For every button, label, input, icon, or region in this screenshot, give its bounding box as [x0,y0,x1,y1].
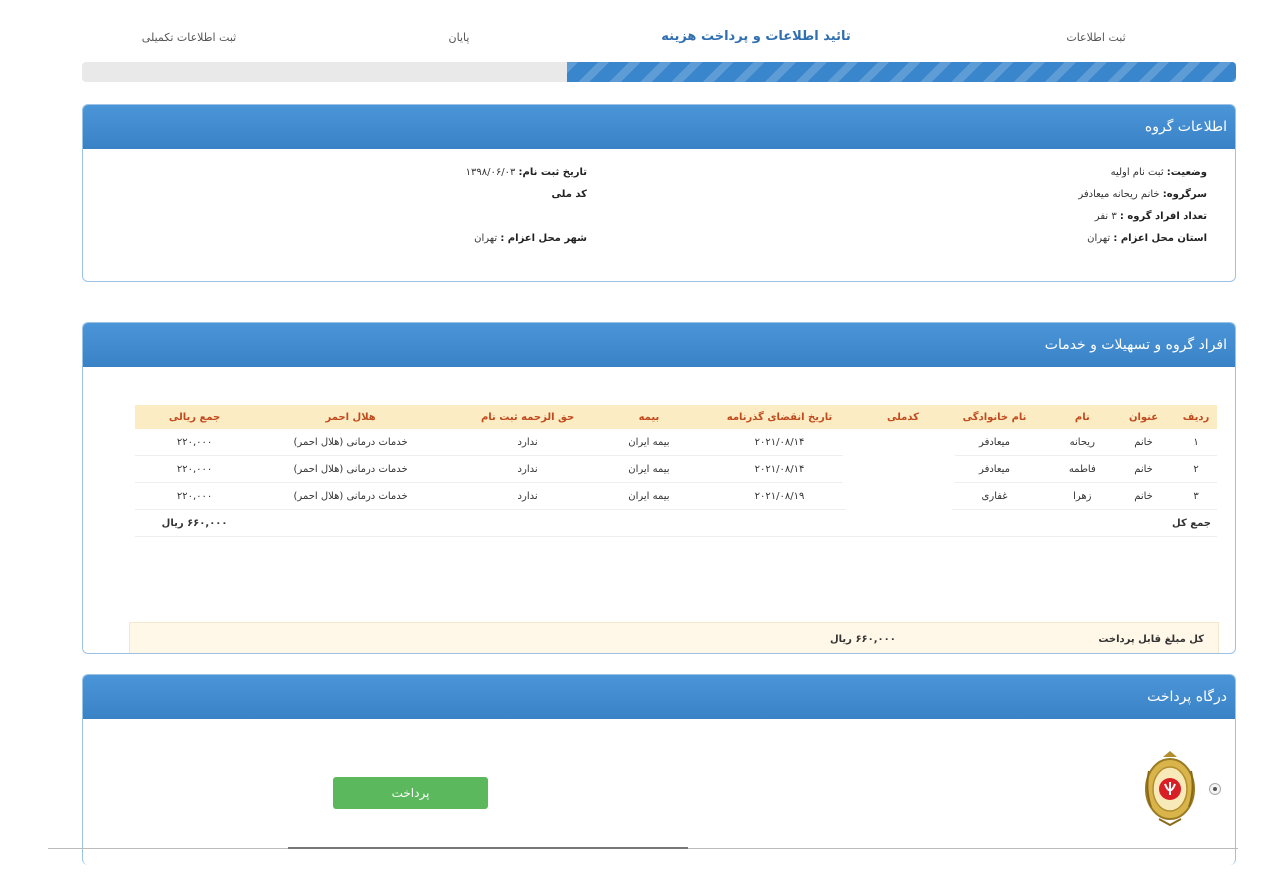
group-info-panel: اطلاعات گروه وضعیت: ثبت نام اولیه سرگروه… [82,104,1236,282]
pay-button[interactable]: پرداخت [333,777,488,809]
cell-title: خانم [1112,482,1175,510]
total-row: جمع کل ۶۶۰,۰۰۰ ریال [135,509,1217,537]
group-leader: سرگروه: خانم ریحانه میعادفر [1078,189,1207,200]
cell-title: خانم [1112,429,1175,456]
payable-value: ۶۶۰,۰۰۰ ریال [830,634,896,645]
step-complementary: ثبت اطلاعات تکمیلی [141,31,237,44]
cell-registration-fee: ندارد [447,455,609,483]
cell-title: خانم [1112,455,1175,483]
col-first-name: نام [1052,405,1113,429]
wizard-steps: ثبت اطلاعات تائید اطلاعات و پرداخت هزینه… [82,22,1236,62]
redacted-national-ids [843,429,955,515]
step-confirm-payment: تائید اطلاعات و پرداخت هزینه [661,29,851,44]
cell-total-rial: ۲۲۰,۰۰۰ [135,429,255,456]
table-row: ۱ خانم ریحانه میعادفر ۲۰۲۱/۰۸/۱۴ بیمه ای… [135,429,1217,456]
members-title: افراد گروه و تسهیلات و خدمات [83,323,1235,367]
cell-first-name: زهرا [1052,482,1113,510]
cell-total-rial: ۲۲۰,۰۰۰ [135,455,255,483]
dispatch-province: استان محل اعزام : تهران [1087,233,1207,244]
col-registration-fee: حق الزحمه ثبت نام [447,405,609,429]
cell-insurance: بیمه ایران [608,429,690,456]
col-red-crescent: هلال احمر [254,405,448,429]
group-status: وضعیت: ثبت نام اولیه [1110,167,1207,178]
step-finish: پایان [448,31,470,44]
col-row-number: ردیف [1175,405,1217,429]
members-panel: افراد گروه و تسهیلات و خدمات ردیف عنوان … [82,322,1236,654]
payable-label: کل مبلغ قابل پرداخت [1098,634,1204,645]
progress-fill [566,62,1236,82]
cell-first-name: فاطمه [1052,455,1113,483]
total-value: ۶۶۰,۰۰۰ ریال [135,509,255,537]
total-spacer [254,509,1113,537]
step-register: ثبت اطلاعات [1066,31,1126,44]
group-member-count: تعداد افراد گروه : ۳ نفر [1094,211,1207,222]
col-national-id: کدملی [869,405,937,429]
cell-row-number: ۱ [1175,429,1217,456]
table-row: ۳ خانم زهرا غفاری ۲۰۲۱/۰۸/۱۹ بیمه ایران … [135,482,1217,510]
payable-amount-bar: کل مبلغ قابل پرداخت ۶۶۰,۰۰۰ ریال [129,622,1219,653]
members-table: ردیف عنوان نام نام خانوادگی کدملی تاریخ … [135,405,1217,537]
cell-insurance: بیمه ایران [608,482,690,510]
col-title: عنوان [1112,405,1175,429]
cell-red-crescent: خدمات درمانی (هلال احمر) [254,482,448,510]
cell-total-rial: ۲۲۰,۰۰۰ [135,482,255,510]
col-insurance: بیمه [608,405,690,429]
bank-melli-logo-icon[interactable] [1141,749,1199,827]
col-passport-expiry: تاریخ انقضای گذرنامه [689,405,870,429]
cell-registration-fee: ندارد [447,482,609,510]
cell-row-number: ۳ [1175,482,1217,510]
table-row: ۲ خانم فاطمه میعادفر ۲۰۲۱/۰۸/۱۴ بیمه ایر… [135,455,1217,483]
registration-date: تاریخ ثبت نام: ۱۳۹۸/۰۶/۰۳ [465,167,587,178]
table-header-row: ردیف عنوان نام نام خانوادگی کدملی تاریخ … [135,405,1217,429]
total-label: جمع کل [1112,509,1217,537]
cell-first-name: ریحانه [1052,429,1113,456]
group-info-title: اطلاعات گروه [83,105,1235,149]
col-total-rial: جمع ریالی [135,405,255,429]
bottom-divider [48,847,1238,849]
payment-gateway-title: درگاه پرداخت [83,675,1235,719]
cell-insurance: بیمه ایران [608,455,690,483]
gateway-radio[interactable] [1209,783,1221,795]
cell-registration-fee: ندارد [447,429,609,456]
cell-red-crescent: خدمات درمانی (هلال احمر) [254,455,448,483]
dispatch-city: شهر محل اعزام : تهران [474,233,587,244]
national-code-label: کد ملی [551,189,587,200]
cell-row-number: ۲ [1175,455,1217,483]
payment-gateway-panel: درگاه پرداخت پرداخت [82,674,1236,865]
cell-red-crescent: خدمات درمانی (هلال احمر) [254,429,448,456]
wizard-progress-bar [82,62,1236,82]
col-last-name: نام خانوادگی [936,405,1053,429]
